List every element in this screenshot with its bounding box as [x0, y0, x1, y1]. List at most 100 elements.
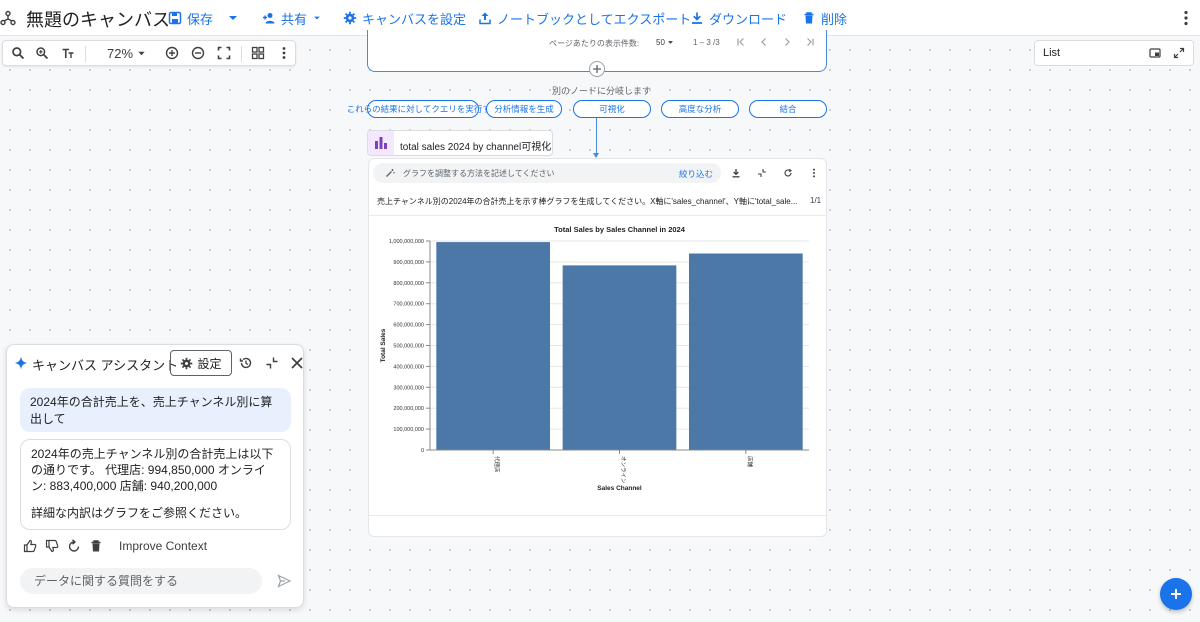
search-icon[interactable] [11, 46, 25, 60]
toolbar-divider [85, 46, 86, 62]
assistant-title: キャンバス アシスタント [32, 358, 179, 373]
chart-y-tick-label: 200,000,000 [393, 406, 424, 412]
chart-y-tick-label: 700,000,000 [393, 302, 424, 308]
chart-y-tick-label: 100,000,000 [393, 427, 424, 433]
person-add-icon [263, 13, 275, 24]
divider [369, 215, 826, 216]
chip-visualize[interactable]: 可視化 [573, 100, 651, 118]
viz-page-count: 1/1 [810, 196, 822, 205]
picture-in-picture-icon[interactable] [1149, 47, 1161, 59]
send-icon[interactable] [277, 574, 291, 588]
chart-prompt-input[interactable]: グラフを調整する方法を記述してください 絞り込む [373, 163, 721, 183]
plus-icon [593, 65, 601, 73]
export-notebook-button[interactable]: ノートブックとしてエクスポート [478, 9, 691, 27]
bar-chart: 0 100,000,000 200,000,000 300,000,000 400,00… [380, 225, 809, 492]
zoom-out-icon[interactable] [191, 46, 205, 60]
list-panel-label: List [1043, 47, 1061, 59]
sparkle-icon [14, 356, 28, 370]
grid-layout-icon[interactable] [251, 46, 265, 60]
more-vert-icon[interactable] [1184, 10, 1188, 26]
last-page-icon[interactable] [805, 37, 815, 47]
save-button[interactable]: 保存 [168, 9, 213, 27]
add-branch-button[interactable] [589, 61, 605, 77]
collapse-icon[interactable] [265, 356, 279, 370]
trash-icon[interactable] [89, 539, 103, 553]
collapse-icon[interactable] [757, 168, 767, 178]
chart-y-tick-label: 300,000,000 [393, 385, 424, 391]
download-label: ダウンロード [709, 11, 788, 27]
trash-icon [804, 12, 814, 24]
chart-title: Total Sales by Sales Channel in 2024 [554, 225, 686, 234]
viz-node-title[interactable]: total sales 2024 by channel可視化 [367, 130, 553, 156]
chip-query-results[interactable]: これらの結果に対してクエリを実行する [347, 100, 499, 118]
gear-icon [343, 11, 357, 25]
zoom-level-select[interactable]: 72% [107, 46, 146, 61]
chart-container: 0 100,000,000 200,000,000 300,000,000 400,00… [369, 217, 826, 507]
expand-icon[interactable] [1173, 47, 1185, 59]
rows-per-page-select[interactable]: 50 [656, 38, 674, 47]
thumbs-up-icon[interactable] [23, 539, 37, 553]
bar-chart-icon [368, 131, 394, 155]
export-icon [479, 12, 491, 25]
fit-screen-icon[interactable] [217, 46, 231, 60]
zoom-level-value: 72% [107, 46, 134, 61]
first-page-icon[interactable] [736, 37, 746, 47]
zoom-in-icon[interactable] [165, 46, 179, 60]
chart-bar [562, 265, 677, 450]
chip-join[interactable]: 結合 [749, 100, 827, 118]
list-panel[interactable]: List [1034, 40, 1194, 66]
rows-per-page-value: 50 [656, 38, 665, 47]
toolbar-divider [241, 46, 242, 62]
save-dropdown-button[interactable] [226, 9, 240, 27]
prev-page-icon[interactable] [759, 37, 769, 47]
caret-down-icon [667, 41, 673, 44]
canvas-title[interactable]: 無題のキャンバス [26, 6, 170, 32]
chart-x-tick-label: 店舗 [746, 456, 754, 468]
regenerate-icon[interactable] [67, 539, 81, 553]
chart-y-axis-label: Total Sales [380, 328, 387, 362]
chart-y-tick-label: 900,000,000 [393, 260, 424, 266]
assistant-message-text: 詳細な内訳はグラフをご参照ください。 [31, 506, 248, 520]
chart-x-axis-label: Sales Channel [597, 485, 642, 492]
visualization-node: グラフを調整する方法を記述してください 絞り込む 売上チャンネル別の2024年の… [368, 158, 827, 537]
gear-icon [181, 357, 193, 369]
thumbs-down-icon[interactable] [45, 539, 59, 553]
history-icon[interactable] [239, 356, 253, 370]
download-icon[interactable] [731, 168, 741, 178]
text-size-icon[interactable] [61, 46, 75, 60]
next-page-icon[interactable] [782, 37, 792, 47]
viz-node-title-text: total sales 2024 by channel可視化 [400, 142, 552, 153]
chart-bar [436, 242, 551, 450]
more-vert-icon[interactable] [277, 46, 291, 60]
chip-generate-insights[interactable]: 分析情報を生成 [486, 100, 562, 118]
add-node-fab[interactable] [1160, 578, 1192, 610]
zoom-search-icon[interactable] [35, 46, 49, 60]
ask-question-input[interactable] [20, 568, 262, 594]
refresh-icon[interactable] [783, 168, 793, 178]
more-vert-icon[interactable] [809, 168, 819, 178]
share-button[interactable]: 共有 [262, 9, 322, 27]
plus-icon [1171, 589, 1181, 599]
page-range: 1 – 3 /3 [693, 38, 720, 47]
canvas-settings-button[interactable]: キャンバスを設定 [343, 9, 466, 27]
delete-button[interactable]: 削除 [802, 9, 847, 27]
divider [369, 515, 826, 516]
delete-label: 削除 [821, 11, 848, 27]
caret-down-icon [314, 16, 320, 20]
export-notebook-label: ノートブックとしてエクスポート [497, 11, 692, 27]
close-icon[interactable] [290, 356, 304, 370]
viz-description: 売上チャンネル別の2024年の合計売上を示す棒グラフを生成してください。X軸に'… [377, 197, 797, 206]
download-button[interactable]: ダウンロード [690, 9, 787, 27]
user-message: 2024年の合計売上を、売上チャンネル別に算出して [20, 388, 291, 432]
assistant-settings-button[interactable]: 設定 [170, 350, 232, 376]
download-icon [692, 12, 702, 24]
refine-button[interactable]: 絞り込む [679, 168, 713, 180]
chart-bar [688, 253, 803, 450]
magic-pen-icon [386, 169, 395, 177]
chart-y-tick-label: 0 [421, 448, 424, 454]
save-label: 保存 [187, 11, 214, 27]
chip-advanced-analysis[interactable]: 高度な分析 [661, 100, 739, 118]
improve-context-button[interactable]: Improve Context [119, 539, 207, 553]
caret-down-icon [229, 16, 237, 20]
chart-y-tick-label: 600,000,000 [393, 323, 424, 329]
